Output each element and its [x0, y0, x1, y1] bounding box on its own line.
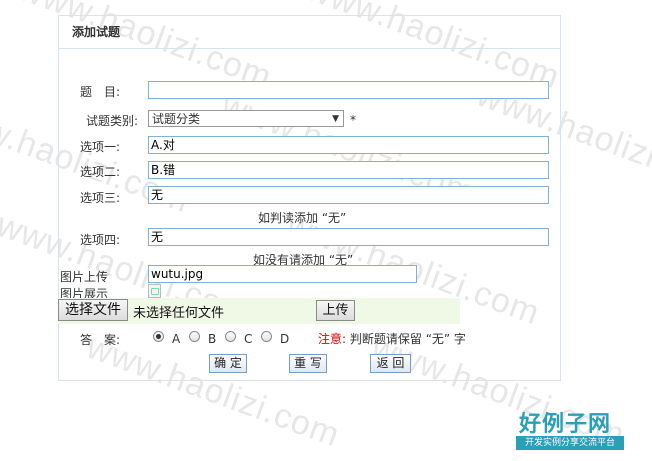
answer-option-a: A [172, 332, 181, 346]
option3-input[interactable] [148, 186, 549, 204]
option2-label: 选项二: [80, 165, 121, 179]
title-label: 题 目: [80, 85, 121, 99]
option4-input[interactable] [148, 228, 549, 246]
logo-sub-text: 开发实例分享交流平台 [516, 436, 624, 450]
option3-label: 选项三: [80, 191, 121, 205]
reset-button[interactable]: 重 写 [289, 354, 327, 373]
site-logo: 好例子网 开发实例分享交流平台 [516, 406, 626, 452]
answer-radio-c[interactable] [225, 331, 236, 342]
answer-option-c: C [244, 332, 253, 346]
note-prefix: 注意 [318, 332, 343, 346]
answer-label: 答 案: [80, 333, 121, 347]
note-text: : 判断题请保留 “无” 字 [342, 332, 466, 346]
broken-image-icon [148, 284, 161, 298]
category-label: 试题类别: [86, 114, 139, 128]
option1-input[interactable] [148, 136, 549, 154]
option1-label: 选项一: [80, 140, 121, 154]
image-path-input[interactable] [148, 265, 417, 283]
answer-option-d: D [280, 332, 290, 346]
logo-main-text: 好例子网 [519, 412, 612, 437]
required-mark: * [350, 113, 356, 127]
panel-title: 添加试题 [59, 16, 560, 49]
answer-option-b: B [208, 332, 217, 346]
option4-label: 选项四: [80, 233, 121, 247]
choose-file-button[interactable]: 选择文件 [58, 299, 128, 321]
answer-note: 注意: 判断题请保留 “无” 字 [318, 330, 466, 347]
category-select[interactable]: 试题分类 ▼ [148, 110, 344, 127]
answer-radio-b[interactable] [189, 331, 200, 342]
category-selected-value: 试题分类 [152, 112, 201, 126]
dropdown-arrow-icon: ▼ [332, 114, 339, 124]
option2-input[interactable] [148, 161, 549, 179]
confirm-button[interactable]: 确 定 [209, 354, 247, 373]
upload-button[interactable]: 上传 [316, 300, 355, 321]
title-input[interactable] [148, 81, 549, 99]
judge-hint: 如判读添加 “无” [258, 211, 347, 225]
answer-radio-a[interactable] [153, 331, 164, 342]
image-upload-label: 图片上传 [60, 270, 109, 284]
answer-radio-d[interactable] [261, 331, 272, 342]
no-file-text: 未选择任何文件 [133, 306, 225, 321]
back-button[interactable]: 返 回 [370, 354, 411, 373]
